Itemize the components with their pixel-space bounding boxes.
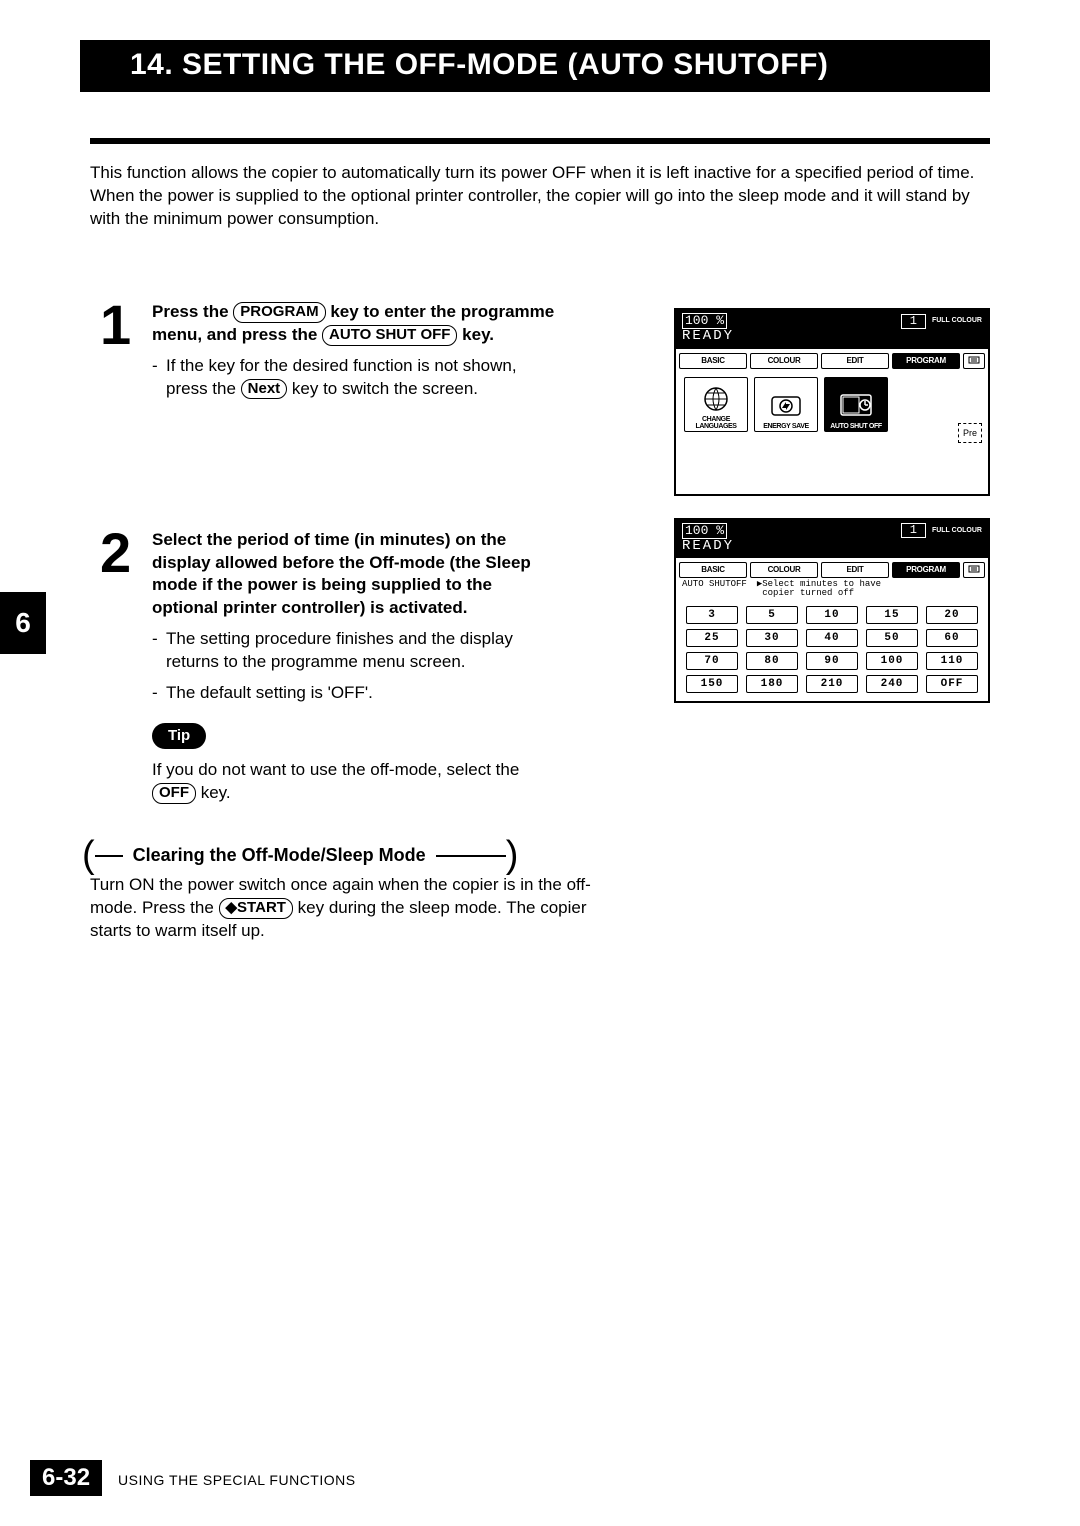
ready-status: READY xyxy=(682,329,982,344)
zoom-indicator: 100 % xyxy=(682,313,727,329)
minute-option-off[interactable]: OFF xyxy=(926,675,978,693)
auto-shutoff-label: AUTO SHUT OFF xyxy=(830,423,881,430)
tip-text: If you do not want to use the off-mode, … xyxy=(152,759,557,805)
tab-edit[interactable]: EDIT xyxy=(821,353,889,369)
step2-bullet-2: The default setting is 'OFF'. xyxy=(152,682,557,705)
step-number-1: 1 xyxy=(100,301,140,349)
divider-thick xyxy=(90,138,990,144)
auto-shut-off-key: AUTO SHUT OFF xyxy=(322,325,457,346)
step-number-2: 2 xyxy=(100,529,140,577)
minute-option-80[interactable]: 80 xyxy=(746,652,798,670)
colour-mode-2: FULL COLOUR xyxy=(932,527,982,535)
minute-option-5[interactable]: 5 xyxy=(746,606,798,624)
lcd-panel-program-menu: 100 % 1 FULL COLOUR READY BASIC COLOUR E… xyxy=(674,308,990,496)
minute-option-20[interactable]: 20 xyxy=(926,606,978,624)
minute-option-3[interactable]: 3 xyxy=(686,606,738,624)
minute-option-210[interactable]: 210 xyxy=(806,675,858,693)
page-number: 6-32 xyxy=(30,1460,102,1496)
tab-colour-2[interactable]: COLOUR xyxy=(750,562,818,578)
off-key: OFF xyxy=(152,783,196,804)
change-languages-label: CHANGELANGUAGES xyxy=(695,416,736,430)
intro-paragraph: This function allows the copier to autom… xyxy=(90,162,990,231)
tab-help-icon[interactable] xyxy=(963,353,985,369)
lcd-tab-row: BASIC COLOUR EDIT PROGRAM xyxy=(676,349,988,369)
step2-bullet-1: The setting procedure finishes and the d… xyxy=(152,628,557,674)
auto-shutoff-button[interactable]: AUTO SHUT OFF xyxy=(824,377,888,432)
clearing-heading-row: ( Clearing the Off-Mode/Sleep Mode ) xyxy=(82,845,990,866)
select-minutes-instruction: ▶Select minutes to have copier turned of… xyxy=(757,580,881,598)
program-key: PROGRAM xyxy=(233,302,325,323)
step2-instruction: Select the period of time (in minutes) o… xyxy=(152,530,531,618)
auto-shutoff-heading: AUTO SHUTOFF xyxy=(682,580,747,589)
tab-basic-2[interactable]: BASIC xyxy=(679,562,747,578)
tab-edit-2[interactable]: EDIT xyxy=(821,562,889,578)
clearing-heading: Clearing the Off-Mode/Sleep Mode xyxy=(123,845,436,866)
tip-badge: Tip xyxy=(152,723,206,749)
lcd-screenshots-column: 100 % 1 FULL COLOUR READY BASIC COLOUR E… xyxy=(674,308,990,703)
minute-option-70[interactable]: 70 xyxy=(686,652,738,670)
copy-count-2: 1 xyxy=(901,523,926,538)
energy-save-label: ENERGY SAVE xyxy=(763,423,809,430)
step1-instruction: Press the PROGRAM key to enter the progr… xyxy=(152,302,554,344)
tab-help-icon-2[interactable] xyxy=(963,562,985,578)
colour-mode: FULL COLOUR xyxy=(932,317,982,325)
chapter-tab: 6 xyxy=(0,592,46,654)
minute-option-100[interactable]: 100 xyxy=(866,652,918,670)
minute-option-150[interactable]: 150 xyxy=(686,675,738,693)
section-title-block: 14. SETTING THE OFF-MODE (AUTO SHUTOFF) xyxy=(80,40,990,92)
minute-option-50[interactable]: 50 xyxy=(866,629,918,647)
copy-count: 1 xyxy=(901,314,926,329)
paren-left: ( xyxy=(82,846,95,865)
tab-colour[interactable]: COLOUR xyxy=(750,353,818,369)
heading-line-left xyxy=(95,855,123,857)
change-languages-button[interactable]: CHANGELANGUAGES xyxy=(684,377,748,432)
minute-option-90[interactable]: 90 xyxy=(806,652,858,670)
minute-option-10[interactable]: 10 xyxy=(806,606,858,624)
minute-option-110[interactable]: 110 xyxy=(926,652,978,670)
minute-option-25[interactable]: 25 xyxy=(686,629,738,647)
ready-status-2: READY xyxy=(682,539,982,554)
lcd-tab-row-2: BASIC COLOUR EDIT PROGRAM xyxy=(676,558,988,578)
zoom-indicator-2: 100 % xyxy=(682,523,727,539)
minute-option-40[interactable]: 40 xyxy=(806,629,858,647)
minute-option-15[interactable]: 15 xyxy=(866,606,918,624)
minute-option-60[interactable]: 60 xyxy=(926,629,978,647)
footer-section-name: USING THE SPECIAL FUNCTIONS xyxy=(118,1472,356,1488)
lcd-body: CHANGELANGUAGES ENERGY SAVE AUTO SHUT OF… xyxy=(676,369,988,494)
minute-grid: 35 10 15 20 25 30 40 50 60 70 80 90 100 110 150 180 210 2… xyxy=(676,602,988,701)
energy-save-button[interactable]: ENERGY SAVE xyxy=(754,377,818,432)
lcd-header-2: 100 % 1 FULL COLOUR READY xyxy=(676,520,988,559)
tab-program[interactable]: PROGRAM xyxy=(892,353,960,369)
pre-button[interactable]: Pre xyxy=(958,423,982,443)
section-title: 14. SETTING THE OFF-MODE (AUTO SHUTOFF) xyxy=(130,48,940,82)
lcd-panel-minutes: 100 % 1 FULL COLOUR READY BASIC COLOUR E… xyxy=(674,518,990,704)
minute-option-240[interactable]: 240 xyxy=(866,675,918,693)
minute-option-180[interactable]: 180 xyxy=(746,675,798,693)
manual-page: 14. SETTING THE OFF-MODE (AUTO SHUTOFF) … xyxy=(0,0,1080,1526)
heading-line-right xyxy=(436,855,506,857)
next-key: Next xyxy=(241,379,288,400)
lcd-header: 100 % 1 FULL COLOUR READY xyxy=(676,310,988,349)
tab-program-2[interactable]: PROGRAM xyxy=(892,562,960,578)
paren-right: ) xyxy=(506,846,519,865)
page-footer: 6-32 USING THE SPECIAL FUNCTIONS xyxy=(30,1460,356,1496)
step1-bullet: If the key for the desired function is n… xyxy=(152,355,557,401)
lcd-instruction-row: AUTO SHUTOFF ▶Select minutes to have cop… xyxy=(676,578,988,602)
start-key: ◆START xyxy=(219,898,293,919)
tab-basic[interactable]: BASIC xyxy=(679,353,747,369)
clearing-body: Turn ON the power switch once again when… xyxy=(90,874,630,943)
minute-option-30[interactable]: 30 xyxy=(746,629,798,647)
